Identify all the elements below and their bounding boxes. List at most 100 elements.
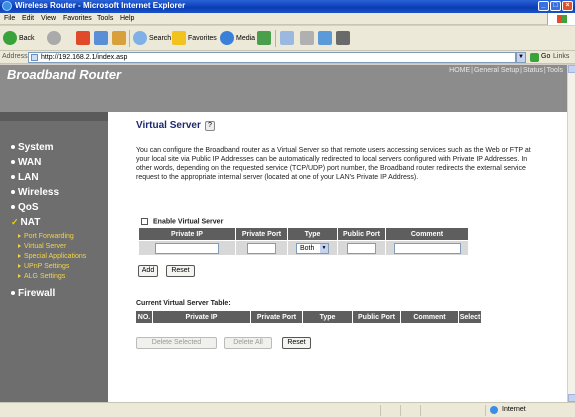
col-private-port: Private Port (251, 311, 302, 323)
enable-checkbox[interactable] (141, 218, 148, 225)
top-link-general-setup[interactable]: General Setup (474, 67, 519, 74)
current-table-title: Current Virtual Server Table: (136, 300, 231, 307)
col-public-port: Public Port (338, 228, 385, 240)
menu-edit[interactable]: Edit (22, 15, 34, 22)
ie-logo-icon (2, 1, 12, 11)
go-arrow-icon[interactable] (530, 53, 539, 62)
close-button[interactable]: × (562, 1, 573, 11)
type-select[interactable]: Both ▼ (296, 242, 329, 254)
messenger-icon[interactable] (336, 31, 350, 45)
back-arrow-icon (3, 31, 17, 46)
enable-virtual-server[interactable]: Enable Virtual Server (141, 218, 223, 225)
reset-button[interactable]: Reset (166, 265, 195, 277)
page-description: You can configure the Broadband router a… (136, 147, 531, 181)
status-bar: Internet (0, 402, 575, 417)
print-icon[interactable] (300, 31, 314, 45)
menu-help[interactable]: Help (120, 15, 134, 22)
private-ip-input[interactable] (155, 242, 219, 254)
back-button[interactable]: Back (3, 30, 35, 47)
address-input[interactable]: http://192.168.2.1/index.asp (28, 52, 516, 63)
add-button[interactable]: Add (138, 265, 158, 277)
col-type: Type (303, 311, 352, 323)
favorites-button[interactable]: Favorites (172, 30, 217, 47)
window-title: Wireless Router - Microsoft Internet Exp… (15, 1, 186, 10)
media-button[interactable]: Media (220, 30, 255, 47)
router-header: Broadband Router HOME|General Setup|Stat… (0, 65, 567, 112)
chevron-down-icon: ▼ (320, 243, 328, 253)
page-title: Virtual Server (136, 120, 201, 131)
main-content: Virtual Server ? You can configure the B… (108, 112, 567, 402)
scroll-up-icon[interactable] (568, 65, 575, 73)
public-port-input[interactable] (347, 242, 376, 254)
menu-file[interactable]: File (4, 15, 15, 22)
top-link-status[interactable]: Status (523, 67, 543, 74)
toolbar: Back Search Favorites Media (0, 26, 575, 51)
sidebar-item-lan[interactable]: LAN (11, 172, 39, 183)
sidebar-item-wireless[interactable]: Wireless (11, 187, 59, 198)
col-select: Select (459, 311, 481, 323)
star-icon (172, 31, 186, 46)
windows-logo-icon (547, 13, 575, 25)
col-private-port: Private Port (236, 228, 287, 240)
top-links: HOME|General Setup|Status|Tools (449, 67, 563, 74)
menu-favorites[interactable]: Favorites (63, 15, 92, 22)
sidebar-item-qos[interactable]: QoS (11, 202, 39, 213)
sidebar-sub-virtual-server[interactable]: Virtual Server (18, 243, 66, 250)
top-link-home[interactable]: HOME (449, 67, 470, 74)
col-type: Type (288, 228, 337, 240)
search-button[interactable]: Search (133, 30, 171, 47)
mail-icon[interactable] (280, 31, 294, 45)
col-no: NO. (136, 311, 152, 323)
forward-button[interactable] (47, 30, 63, 47)
vertical-scrollbar[interactable] (567, 65, 575, 402)
help-icon[interactable]: ? (205, 121, 215, 131)
private-port-input[interactable] (247, 242, 276, 254)
menu-tools[interactable]: Tools (97, 15, 113, 22)
sidebar-sub-upnp-settings[interactable]: UPnP Settings (18, 263, 69, 270)
address-bar: Address http://192.168.2.1/index.asp ▼ G… (0, 51, 575, 64)
entry-table: Private IP Private Port Type Public Port… (138, 227, 469, 256)
media-icon (220, 31, 234, 46)
reset-table-button[interactable]: Reset (282, 337, 311, 349)
sidebar-item-system[interactable]: System (11, 142, 54, 153)
minimize-button[interactable]: _ (538, 1, 549, 11)
internet-zone-icon (490, 406, 498, 414)
refresh-icon[interactable] (94, 31, 108, 45)
maximize-button[interactable]: □ (550, 1, 561, 11)
checkmark-icon: ✓ (11, 217, 19, 227)
top-link-tools[interactable]: Tools (547, 67, 563, 74)
title-bar: Wireless Router - Microsoft Internet Exp… (0, 0, 575, 13)
search-icon (133, 31, 147, 46)
col-public-port: Public Port (353, 311, 400, 323)
comment-input[interactable] (393, 242, 461, 254)
delete-selected-button[interactable]: Delete Selected (136, 337, 217, 349)
menu-bar: File Edit View Favorites Tools Help (0, 13, 575, 25)
sidebar-sub-alg-settings[interactable]: ALG Settings (18, 273, 65, 280)
sidebar-sub-special-applications[interactable]: Special Applications (18, 253, 86, 260)
history-icon[interactable] (257, 31, 271, 45)
links-button[interactable]: Links (553, 53, 569, 60)
sidebar: System WAN LAN Wireless QoS ✓ NAT Port Fo… (0, 112, 108, 402)
sidebar-item-firewall[interactable]: Firewall (11, 288, 55, 299)
sidebar-item-wan[interactable]: WAN (11, 157, 41, 168)
page-viewport: Broadband Router HOME|General Setup|Stat… (0, 65, 567, 402)
col-private-ip: Private IP (139, 228, 235, 240)
stop-icon[interactable] (76, 31, 90, 45)
sidebar-sub-port-forwarding[interactable]: Port Forwarding (18, 233, 74, 240)
router-brand: Broadband Router (7, 67, 122, 82)
edit-icon[interactable] (318, 31, 332, 45)
col-comment: Comment (386, 228, 468, 240)
scroll-down-icon[interactable] (568, 394, 575, 402)
current-table: NO. Private IP Private Port Type Public … (135, 310, 482, 324)
address-label: Address (2, 53, 28, 60)
security-zone-label: Internet (502, 406, 526, 413)
go-button[interactable]: Go (541, 53, 550, 60)
home-icon[interactable] (112, 31, 126, 45)
address-dropdown[interactable]: ▼ (516, 52, 526, 63)
col-comment: Comment (401, 311, 458, 323)
sidebar-item-nat[interactable]: ✓ NAT (11, 217, 40, 228)
col-private-ip: Private IP (153, 311, 250, 323)
menu-view[interactable]: View (41, 15, 56, 22)
forward-arrow-icon (47, 31, 61, 46)
delete-all-button[interactable]: Delete All (224, 337, 272, 349)
